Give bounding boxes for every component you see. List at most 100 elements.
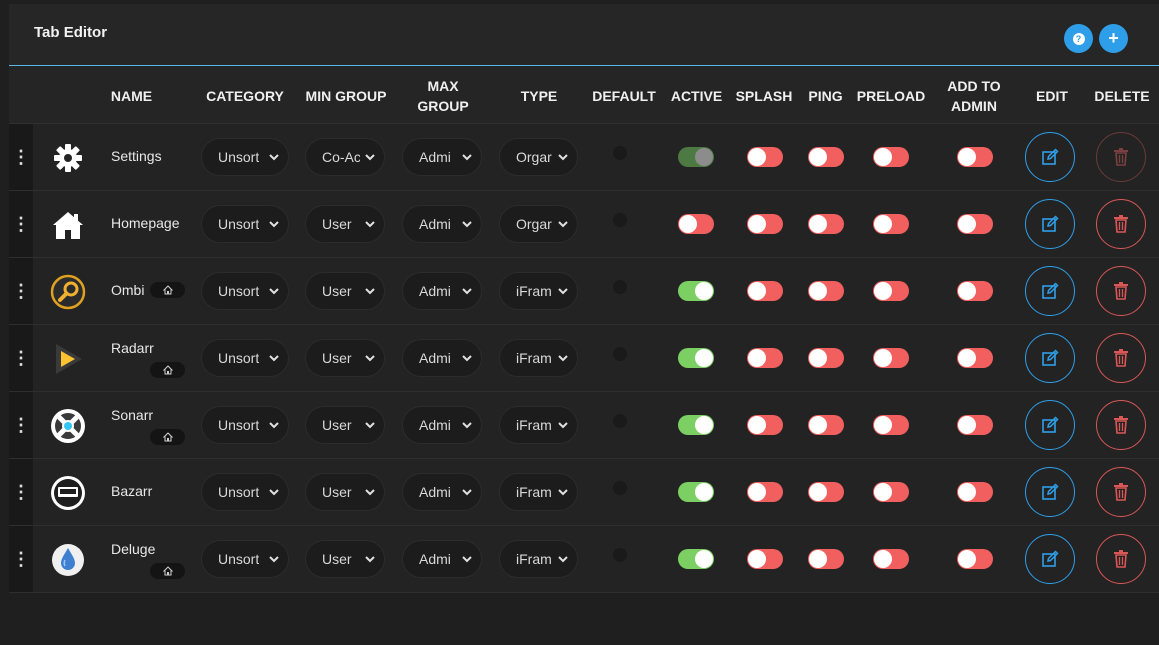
add-to-admin-toggle[interactable] [957,415,993,435]
type-select[interactable]: iFram [499,272,578,310]
category-select[interactable]: Unsort [201,339,289,377]
drag-handle[interactable]: ⋮ [9,459,33,525]
preload-toggle[interactable] [873,147,909,167]
max-group-select[interactable]: Admi [402,339,482,377]
type-select[interactable]: Orgar [499,205,578,243]
splash-toggle[interactable] [747,415,783,435]
type-select[interactable]: Orgar [499,138,578,176]
delete-button[interactable] [1096,467,1146,517]
default-radio[interactable] [613,280,627,294]
category-select[interactable]: Unsort [201,406,289,444]
edit-button[interactable] [1025,400,1075,450]
ping-toggle[interactable] [808,348,844,368]
max-group-select[interactable]: Admi [402,138,482,176]
add-to-admin-toggle[interactable] [957,482,993,502]
max-group-select[interactable]: Admi [402,540,482,578]
default-radio[interactable] [613,213,627,227]
add-to-admin-toggle[interactable] [957,348,993,368]
delete-button[interactable] [1096,266,1146,316]
edit-button[interactable] [1025,534,1075,584]
preload-toggle[interactable] [873,482,909,502]
chevron-down-icon [269,288,279,295]
splash-toggle[interactable] [747,147,783,167]
max-group-select[interactable]: Admi [402,272,482,310]
splash-toggle[interactable] [747,281,783,301]
ping-toggle[interactable] [808,147,844,167]
active-toggle[interactable] [678,549,714,569]
delete-button[interactable] [1096,132,1146,182]
default-radio[interactable] [613,548,627,562]
max-group-select[interactable]: Admi [402,205,482,243]
type-select[interactable]: iFram [499,473,578,511]
active-toggle[interactable] [678,214,714,234]
edit-button[interactable] [1025,333,1075,383]
default-radio[interactable] [613,414,627,428]
max-group-select[interactable]: Admi [402,406,482,444]
gear-icon [50,140,86,176]
ping-toggle[interactable] [808,482,844,502]
add-tab-button[interactable]: + [1099,24,1128,53]
chevron-down-icon [269,154,279,161]
splash-toggle[interactable] [747,482,783,502]
drag-handle[interactable]: ⋮ [9,124,33,190]
active-toggle[interactable] [678,415,714,435]
chevron-down-icon [269,489,279,496]
table-header: NAME CATEGORY MIN GROUP MAX GROUP TYPE D… [9,67,1159,124]
category-select[interactable]: Unsort [201,473,289,511]
default-radio[interactable] [613,146,627,160]
max-group-select[interactable]: Admi [402,473,482,511]
category-select[interactable]: Unsort [201,540,289,578]
splash-toggle[interactable] [747,348,783,368]
ping-toggle[interactable] [808,549,844,569]
preload-toggle[interactable] [873,214,909,234]
edit-button[interactable] [1025,199,1075,249]
drag-handle[interactable]: ⋮ [9,392,33,458]
ping-toggle[interactable] [808,415,844,435]
category-select[interactable]: Unsort [201,272,289,310]
delete-button[interactable] [1096,333,1146,383]
drag-handle[interactable]: ⋮ [9,325,33,391]
add-to-admin-toggle[interactable] [957,549,993,569]
active-toggle[interactable] [678,348,714,368]
active-toggle[interactable] [678,482,714,502]
category-select[interactable]: Unsort [201,205,289,243]
type-select[interactable]: iFram [499,540,578,578]
splash-toggle[interactable] [747,214,783,234]
table-row: ⋮ Homepage Unsort User Admi Orgar [9,191,1159,258]
category-select[interactable]: Unsort [201,138,289,176]
default-radio[interactable] [613,347,627,361]
preload-toggle[interactable] [873,415,909,435]
delete-button[interactable] [1096,534,1146,584]
edit-button[interactable] [1025,266,1075,316]
preload-toggle[interactable] [873,549,909,569]
add-to-admin-toggle[interactable] [957,147,993,167]
delete-button[interactable] [1096,199,1146,249]
add-to-admin-toggle[interactable] [957,281,993,301]
active-toggle[interactable] [678,147,714,167]
default-radio[interactable] [613,481,627,495]
drag-handle[interactable]: ⋮ [9,526,33,592]
preload-toggle[interactable] [873,348,909,368]
edit-button[interactable] [1025,132,1075,182]
preload-toggle[interactable] [873,281,909,301]
delete-button[interactable] [1096,400,1146,450]
type-select[interactable]: iFram [499,339,578,377]
type-select[interactable]: iFram [499,406,578,444]
min-group-select[interactable]: User [305,406,385,444]
help-button[interactable]: ? [1064,24,1093,53]
header-default: DEFAULT [592,87,656,104]
drag-handle[interactable]: ⋮ [9,191,33,257]
min-group-select[interactable]: User [305,339,385,377]
edit-button[interactable] [1025,467,1075,517]
active-toggle[interactable] [678,281,714,301]
ping-toggle[interactable] [808,214,844,234]
ping-toggle[interactable] [808,281,844,301]
min-group-select[interactable]: User [305,540,385,578]
min-group-select[interactable]: User [305,205,385,243]
splash-toggle[interactable] [747,549,783,569]
min-group-select[interactable]: User [305,473,385,511]
min-group-select[interactable]: Co-Ac [305,138,385,176]
add-to-admin-toggle[interactable] [957,214,993,234]
drag-handle[interactable]: ⋮ [9,258,33,324]
min-group-select[interactable]: User [305,272,385,310]
